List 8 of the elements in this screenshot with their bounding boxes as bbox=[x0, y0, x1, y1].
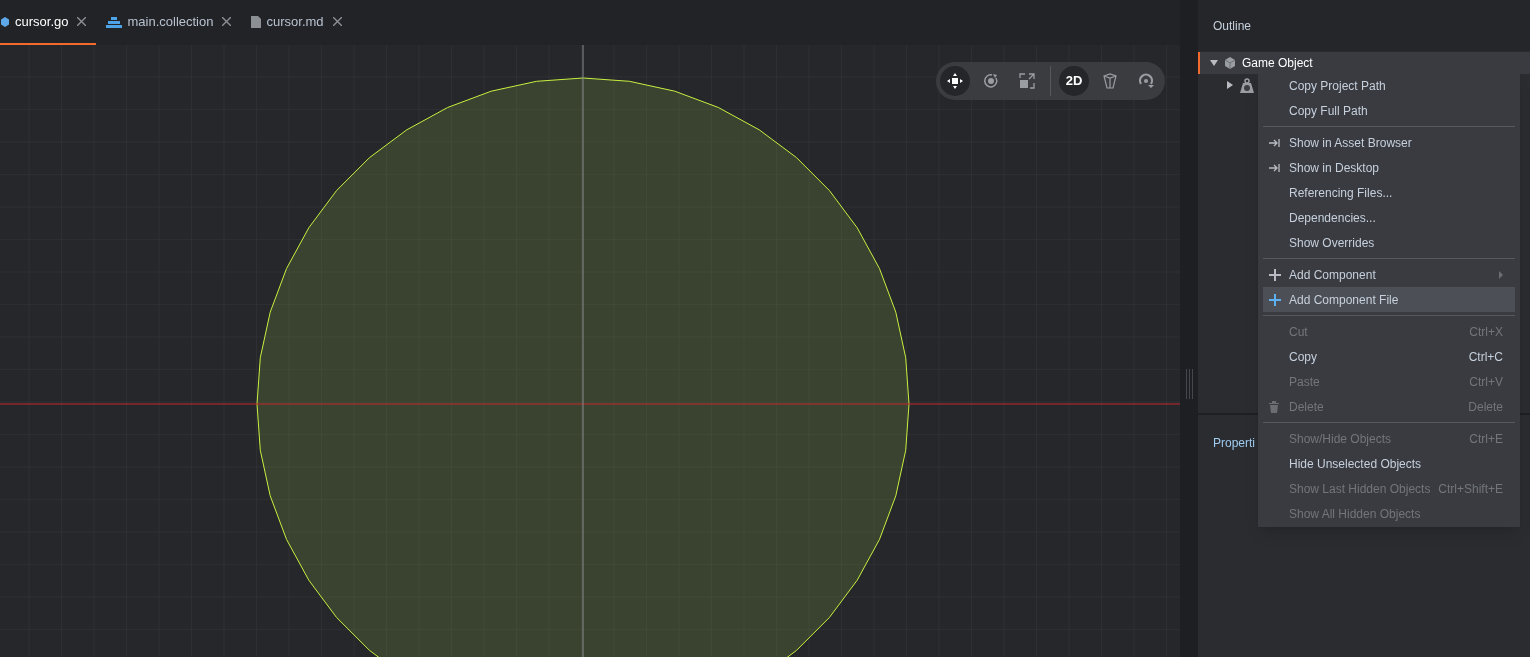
shortcut-label: Ctrl+V bbox=[1469, 373, 1503, 391]
shortcut-label: Ctrl+X bbox=[1469, 323, 1503, 341]
shortcut-label: Ctrl+C bbox=[1468, 348, 1503, 366]
shortcut-label: Delete bbox=[1468, 398, 1503, 416]
shortcut-label: Ctrl+Shift+E bbox=[1438, 480, 1503, 498]
panel-title: Properti bbox=[1213, 436, 1256, 450]
panel-title: Outline bbox=[1198, 0, 1530, 51]
shortcut-label: Ctrl+E bbox=[1469, 430, 1503, 448]
